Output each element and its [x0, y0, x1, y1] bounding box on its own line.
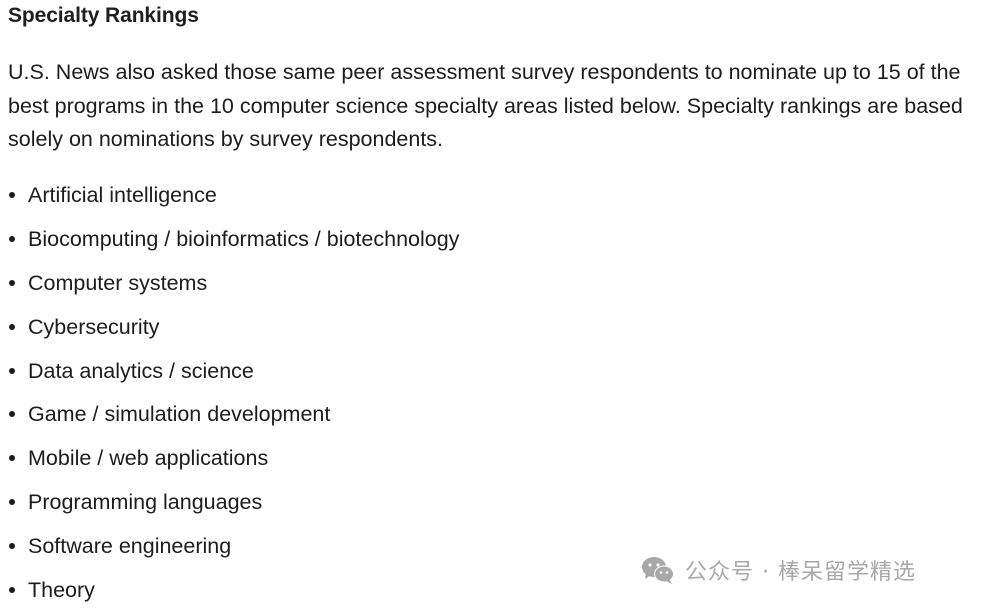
bullet-icon	[9, 411, 15, 418]
specialty-label: Computer systems	[28, 270, 208, 295]
list-item: Software engineering	[0, 528, 459, 572]
bullet-icon	[9, 192, 15, 198]
specialty-label: Game / simulation development	[28, 402, 331, 427]
wechat-icon	[642, 557, 674, 584]
specialty-label: Mobile / web applications	[28, 446, 269, 471]
list-item: Mobile / web applications	[0, 440, 459, 484]
list-item: Biocomputing / bioinformatics / biotechn…	[0, 221, 459, 265]
bullet-icon	[9, 235, 15, 242]
bullet-icon	[9, 279, 15, 286]
bullet-icon	[9, 367, 15, 374]
specialty-label: Software engineering	[28, 534, 232, 559]
bullet-icon	[9, 587, 15, 594]
specialty-list: Artificial intelligence Biocomputing / b…	[0, 177, 459, 616]
specialty-label: Programming languages	[28, 490, 263, 515]
list-item: Data analytics / science	[0, 353, 459, 397]
specialty-label: Artificial intelligence	[28, 183, 217, 207]
bullet-icon	[9, 455, 15, 462]
list-item: Theory	[0, 572, 459, 616]
bullet-icon	[9, 543, 15, 550]
specialty-label: Cybersecurity	[28, 314, 160, 339]
list-item: Programming languages	[0, 484, 459, 528]
specialty-label: Theory	[28, 578, 95, 603]
list-item: Cybersecurity	[0, 309, 459, 353]
list-item: Game / simulation development	[0, 396, 459, 440]
section-heading: Specialty Rankings	[8, 4, 199, 27]
bullet-icon	[9, 499, 15, 506]
watermark-text: 公众号 · 棒呆留学精选	[685, 560, 916, 585]
specialty-label: Data analytics / science	[28, 358, 254, 383]
bullet-icon	[9, 323, 15, 330]
intro-paragraph: U.S. News also asked those same peer ass…	[8, 60, 963, 151]
list-item: Artificial intelligence	[0, 177, 459, 221]
list-item: Computer systems	[0, 265, 459, 309]
specialty-label: Biocomputing / bioinformatics / biotechn…	[28, 226, 460, 251]
watermark: 公众号 · 棒呆留学精选	[641, 554, 916, 586]
